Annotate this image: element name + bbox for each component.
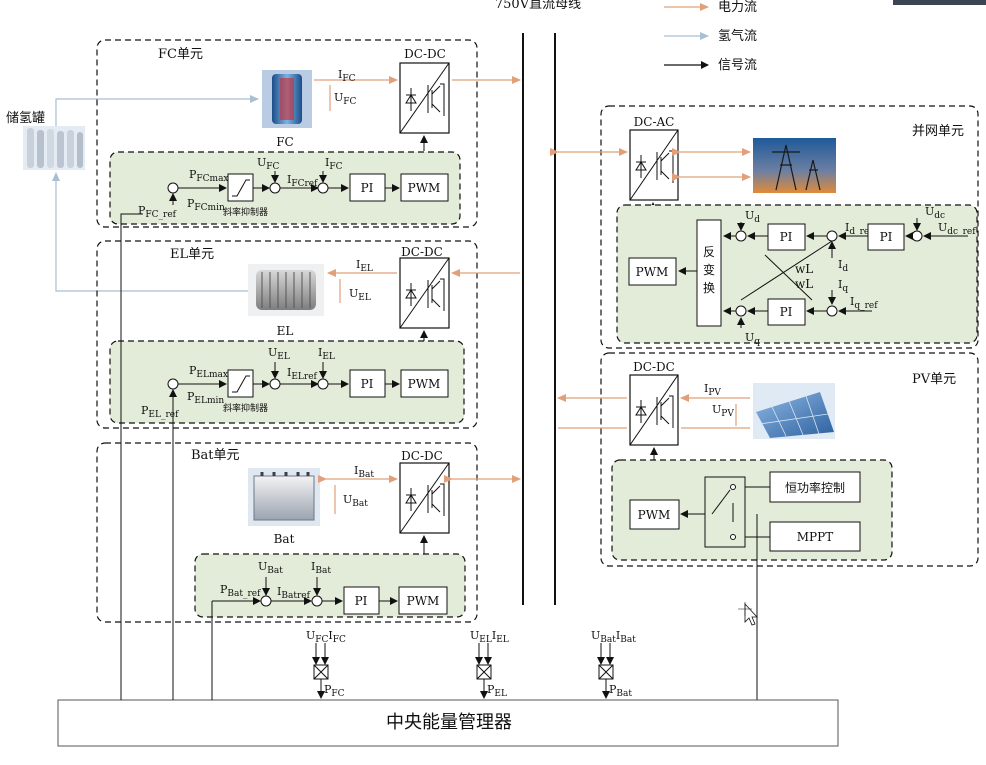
el-sum-node-1 <box>167 378 179 390</box>
fc-rate-limiter <box>227 173 254 202</box>
pv-current-label: IPV <box>704 382 721 398</box>
el-pi-label: PI <box>361 377 374 391</box>
legend-hydrogen-label: 氢气流 <box>718 28 757 44</box>
el-measure-bundle: UELIEL PEL <box>470 629 509 699</box>
grid-udc-sum-node <box>911 230 923 242</box>
bat-unit-title: Bat单元 <box>191 448 240 463</box>
dc-bus-label: 750V直流母线 <box>495 0 581 12</box>
fc-device-label: FC <box>276 135 294 149</box>
manager-label: 中央能量管理器 <box>386 712 512 733</box>
fc-divide-node <box>269 182 281 194</box>
legend: 电力流 氢气流 信号流 <box>664 0 757 73</box>
bat-pwm-label: PWM <box>407 594 440 608</box>
grid-id-sum-node <box>826 230 838 242</box>
pv-pwm-label: PWM <box>638 508 671 522</box>
grid-pi-q-label: PI <box>780 305 793 319</box>
svg-text:PEL: PEL <box>487 683 507 699</box>
fc-dcdc-converter <box>399 62 450 134</box>
el-device-image <box>248 264 324 316</box>
svg-text:PBat: PBat <box>609 683 632 699</box>
grid-wl-label-2: wL <box>795 277 813 291</box>
fc-sum-node-1 <box>167 182 179 194</box>
power-grid-image <box>753 138 836 193</box>
pv-converter-label: DC-DC <box>633 360 675 374</box>
svg-text:PFC: PFC <box>324 683 345 699</box>
hydrogen-tank-image <box>23 126 85 170</box>
el-converter-label: DC-DC <box>401 245 443 259</box>
grid-pi-dc-label: PI <box>880 230 893 244</box>
bat-voltage-label: UBat <box>343 493 368 509</box>
fc-pi-label: PI <box>361 181 374 195</box>
pv-switch-contact-1 <box>730 484 736 490</box>
bat-device-image <box>248 468 320 526</box>
pv-voltage-label: UPV <box>712 403 734 419</box>
grid-d-sum-node <box>735 230 747 242</box>
el-current-label: IEL <box>356 258 373 274</box>
fc-limiter-label: 斜率抑制器 <box>223 206 268 218</box>
bat-divide-node <box>260 595 272 607</box>
tank-label: 储氢罐 <box>6 111 45 126</box>
el-dcdc-converter <box>399 257 450 329</box>
pv-switch-contact-2 <box>730 534 736 540</box>
bat-sum-node <box>311 595 323 607</box>
grid-wl-label-1: wL <box>795 262 813 276</box>
bat-pi-label: PI <box>355 594 368 608</box>
el-unit-title: EL单元 <box>170 247 214 262</box>
cropped-image-fragment <box>893 0 986 5</box>
el-rate-limiter <box>227 369 254 398</box>
bat-dcdc-converter <box>399 462 450 534</box>
grid-converter-label: DC-AC <box>634 115 675 129</box>
energy-system-diagram: 750V直流母线 电力流 氢气流 信号流 储氢罐 FC单元 FC DC-DC I… <box>6 0 986 747</box>
pv-panel-image <box>753 383 835 439</box>
pv-const-power-label: 恒功率控制 <box>785 480 845 495</box>
el-divide-node <box>269 378 281 390</box>
bat-converter-label: DC-DC <box>401 449 443 463</box>
el-sum-node-2 <box>317 378 329 390</box>
bat-device-label: Bat <box>274 532 295 546</box>
el-limiter-label: 斜率抑制器 <box>223 402 268 414</box>
fc-converter-label: DC-DC <box>404 47 446 61</box>
grid-pwm-label: PWM <box>636 265 669 279</box>
svg-text:UBatIBat: UBatIBat <box>591 629 636 645</box>
el-pwm-label: PWM <box>408 377 441 391</box>
pv-unit-title: PV单元 <box>912 372 956 387</box>
fc-voltage-label: UFC <box>334 91 357 107</box>
grid-pi-d-label: PI <box>780 230 793 244</box>
h2-flow-to-fc <box>55 95 259 126</box>
legend-signal-label: 信号流 <box>718 58 757 73</box>
bat-measure-bundle: UBatIBat PBat <box>591 629 636 699</box>
fc-sum-node-2 <box>317 182 329 194</box>
bat-current-label: IBat <box>354 464 374 480</box>
fc-measure-bundle: UFCIFC PFC <box>306 629 346 699</box>
fc-unit-title: FC单元 <box>158 47 203 62</box>
grid-iq-sum-node <box>826 305 838 317</box>
svg-text:UFCIFC: UFCIFC <box>306 629 346 645</box>
grid-q-sum-node <box>735 305 747 317</box>
pv-mppt-label: MPPT <box>797 530 833 544</box>
fc-pwm-label: PWM <box>408 181 441 195</box>
legend-power-label: 电力流 <box>718 0 757 15</box>
el-voltage-label: UEL <box>349 287 371 303</box>
el-device-label: EL <box>277 324 294 338</box>
mouse-cursor-icon <box>738 602 758 626</box>
grid-inverse-label: 反变换 <box>703 245 715 295</box>
fc-device-image <box>262 70 312 128</box>
pv-dcdc-converter <box>629 374 679 446</box>
manager-to-fc-line <box>120 213 143 700</box>
fc-current-label: IFC <box>338 68 356 84</box>
grid-unit-title: 并网单元 <box>912 124 964 139</box>
grid-dcac-converter <box>629 129 679 201</box>
svg-text:UELIEL: UELIEL <box>470 629 509 645</box>
